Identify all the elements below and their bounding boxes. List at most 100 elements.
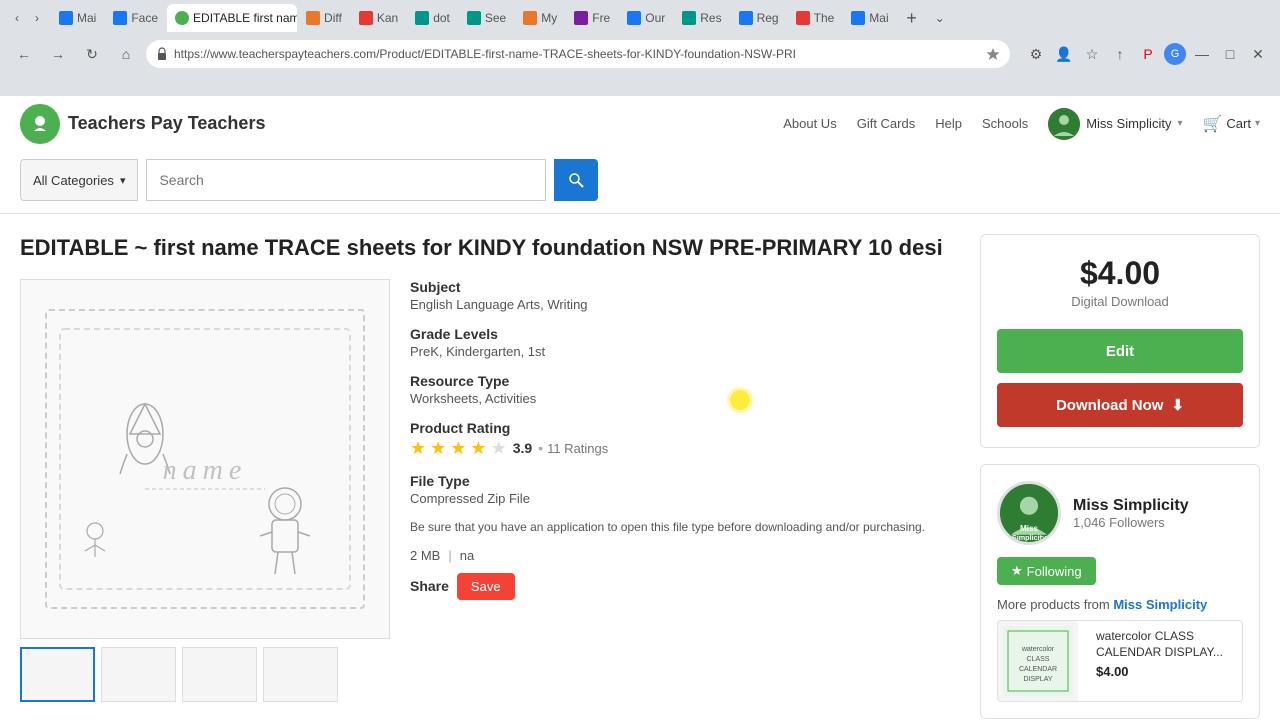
tab-tpt[interactable]: EDITABLE first name... ✕	[167, 4, 297, 32]
tab-favicon-diff	[306, 11, 320, 25]
tab-overflow-btn[interactable]: ⌄	[931, 9, 949, 27]
tabs-back-btn[interactable]: ‹	[8, 9, 26, 27]
following-button[interactable]: ★ Following	[997, 557, 1096, 585]
related-product-card[interactable]: watercolor CLASS CALENDAR DISPLAY waterc…	[997, 620, 1243, 702]
svg-text:Simplicity: Simplicity	[1012, 533, 1046, 542]
product-body: name	[20, 279, 956, 702]
more-products-label: More products from Miss Simplicity	[997, 597, 1243, 612]
price-label: Digital Download	[1001, 294, 1239, 309]
rating-number: 3.9	[513, 440, 532, 456]
star-icon[interactable]	[986, 47, 1000, 61]
sidebar: $4.00 Digital Download Edit Download Now…	[980, 234, 1260, 719]
tab-face[interactable]: Face	[105, 4, 166, 32]
pinterest-button[interactable]: P	[1136, 42, 1160, 66]
home-button[interactable]: ⌂	[112, 40, 140, 68]
minimize-button[interactable]: —	[1190, 42, 1214, 66]
user-menu-chevron: ▾	[1177, 118, 1182, 129]
download-button[interactable]: Download Now ⬇	[997, 383, 1243, 427]
svg-text:watercolor: watercolor	[1021, 646, 1055, 653]
tab-favicon-the	[796, 11, 810, 25]
nav-gift-cards[interactable]: Gift Cards	[857, 116, 916, 131]
tab-diff[interactable]: Diff	[298, 4, 350, 32]
tab-label: dot	[433, 11, 450, 25]
tabs-forward-btn[interactable]: ›	[28, 9, 46, 27]
tab-reg[interactable]: Reg	[731, 4, 787, 32]
category-dropdown[interactable]: All Categories ▾	[20, 159, 138, 201]
logo[interactable]: Teachers Pay Teachers	[20, 104, 265, 144]
product-main-image: name	[20, 279, 390, 639]
tab-label: Reg	[757, 11, 779, 25]
tab-see[interactable]: See	[459, 4, 514, 32]
tab-mai2[interactable]: Mai	[843, 4, 896, 32]
search-button[interactable]	[554, 159, 598, 201]
svg-text:Miss: Miss	[1020, 524, 1039, 533]
tab-res[interactable]: Res	[674, 4, 729, 32]
save-button[interactable]: Save	[457, 573, 515, 600]
tab-label: EDITABLE first name...	[193, 11, 297, 25]
account-button[interactable]: 👤	[1052, 42, 1076, 66]
cart-button[interactable]: 🛒 Cart ▾	[1202, 114, 1260, 134]
star-4: ★	[470, 438, 486, 459]
rating-dot: •	[538, 440, 543, 456]
tab-fre[interactable]: Fre	[566, 4, 618, 32]
thumbnail-2[interactable]	[101, 647, 176, 702]
product-image-drawing: name	[45, 309, 365, 609]
new-tab-button[interactable]: +	[898, 4, 926, 32]
lock-icon	[156, 47, 168, 61]
forward-button[interactable]: →	[44, 40, 72, 68]
share-button[interactable]: ↑	[1108, 42, 1132, 66]
tab-favicon-dot	[415, 11, 429, 25]
tab-our[interactable]: Our	[619, 4, 673, 32]
subject-label: Subject	[410, 279, 956, 295]
file-note-text: Be sure that you have an application to …	[410, 520, 956, 534]
following-star-icon: ★	[1011, 563, 1023, 579]
address-bar: ← → ↻ ⌂ https://www.teacherspayteachers.…	[0, 36, 1280, 72]
meta-rating: Product Rating ★ ★ ★ ★ ★ 3.9 • 11 Rating…	[410, 420, 956, 459]
tab-favicon-kan	[359, 11, 373, 25]
thumbnail-3[interactable]	[182, 647, 257, 702]
nav-schools[interactable]: Schools	[982, 116, 1028, 131]
tab-my[interactable]: My	[515, 4, 565, 32]
price-amount: $4.00	[1001, 255, 1239, 292]
nav-help[interactable]: Help	[935, 116, 962, 131]
url-bar[interactable]: https://www.teacherspayteachers.com/Prod…	[146, 40, 1010, 68]
nav-about[interactable]: About Us	[783, 116, 836, 131]
bookmark-button[interactable]: ☆	[1080, 42, 1104, 66]
related-product-info: watercolor CLASS CALENDAR DISPLAY... $4.…	[1088, 621, 1242, 701]
product-content: EDITABLE ~ first name TRACE sheets for K…	[20, 234, 956, 719]
tab-the[interactable]: The	[788, 4, 843, 32]
share-row: Share Save	[410, 573, 956, 600]
search-icon	[568, 172, 584, 188]
tab-label: Fre	[592, 11, 610, 25]
thumbnail-1[interactable]	[20, 647, 95, 702]
user-menu[interactable]: Miss Simplicity ▾	[1048, 108, 1182, 140]
seller-followers: 1,046 Followers	[1073, 515, 1189, 530]
svg-text:CALENDAR: CALENDAR	[1019, 666, 1057, 673]
product-title: EDITABLE ~ first name TRACE sheets for K…	[20, 234, 956, 263]
back-button[interactable]: ←	[10, 40, 38, 68]
tab-dot[interactable]: dot	[407, 4, 458, 32]
user-avatar	[1048, 108, 1080, 140]
meta-file-note: Be sure that you have an application to …	[410, 520, 956, 534]
reload-button[interactable]: ↻	[78, 40, 106, 68]
tab-label: Mai	[869, 11, 888, 25]
tab-kan[interactable]: Kan	[351, 4, 406, 32]
related-product-price: $4.00	[1096, 664, 1234, 679]
grade-value: PreK, Kindergarten, 1st	[410, 344, 956, 359]
filetype-value: Compressed Zip File	[410, 491, 956, 506]
download-label: Download Now	[1056, 397, 1164, 414]
user-profile-button[interactable]: G	[1164, 43, 1186, 65]
thumbnail-4[interactable]	[263, 647, 338, 702]
maximize-button[interactable]: □	[1218, 42, 1242, 66]
rating-label: Product Rating	[410, 420, 956, 436]
resource-label: Resource Type	[410, 373, 956, 389]
tab-bar: ‹ › Mai Face EDITABLE first name... ✕ Di…	[0, 0, 1280, 36]
search-input[interactable]	[146, 159, 546, 201]
price-card: $4.00 Digital Download Edit Download Now…	[980, 234, 1260, 448]
more-products: More products from Miss Simplicity water…	[997, 597, 1243, 702]
tab-mai1[interactable]: Mai	[51, 4, 104, 32]
more-products-seller: Miss Simplicity	[1113, 597, 1207, 612]
edit-button[interactable]: Edit	[997, 329, 1243, 373]
extensions-button[interactable]: ⚙	[1024, 42, 1048, 66]
close-window-button[interactable]: ✕	[1246, 42, 1270, 66]
